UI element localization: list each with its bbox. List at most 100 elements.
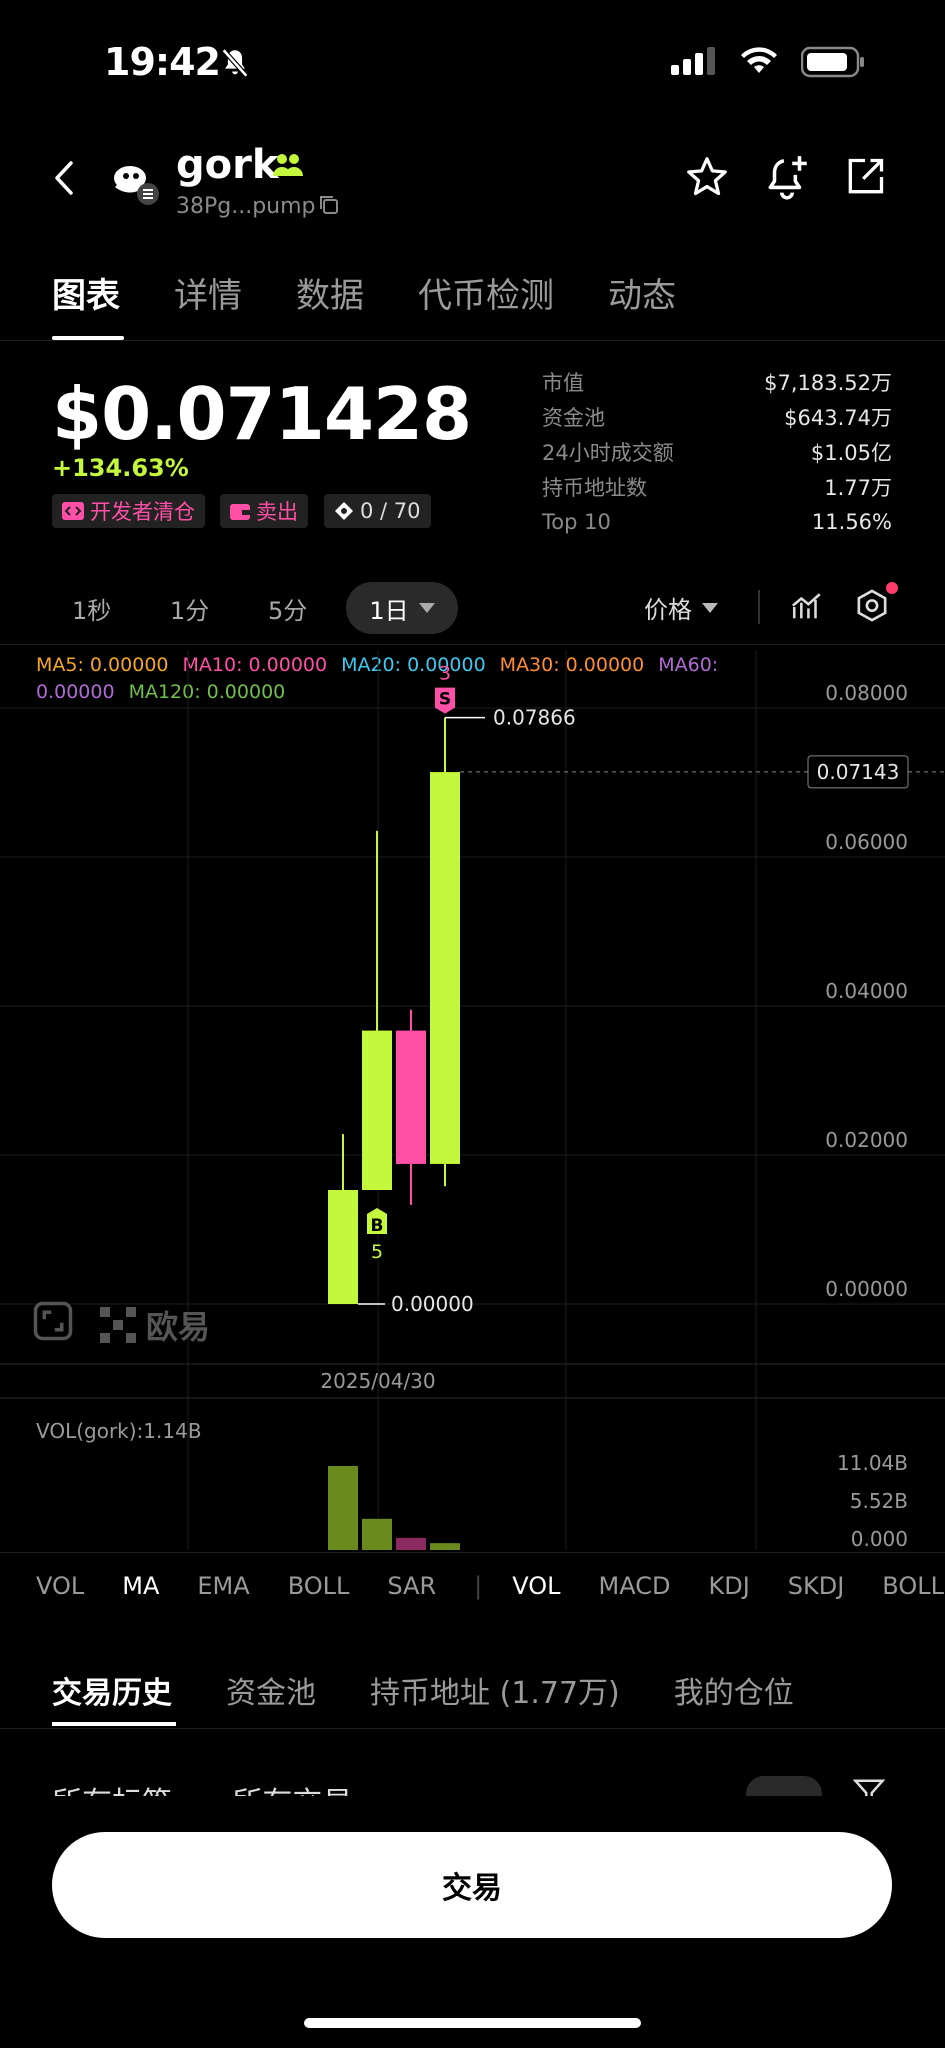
sell-tag[interactable]: 卖出 [220,494,308,528]
status-icons [671,46,865,78]
community-icon [272,152,304,182]
wallet-icon [230,504,250,520]
interval-1m[interactable]: 1分 [150,591,248,626]
y-tick-label: 0.00000 [825,1277,908,1301]
fullscreen-icon[interactable] [32,1300,74,1346]
interval-1d[interactable]: 1日 [346,582,458,634]
dev-cleared-label: 开发者清仓 [90,500,195,524]
chart-settings-button[interactable] [854,588,890,630]
tab-liquidity-pool[interactable]: 资金池 [226,1668,316,1712]
back-icon [55,161,73,195]
token-address: 38Pg...pump [176,194,316,219]
trade-button[interactable]: 交易 [52,1832,892,1938]
indicator-sar[interactable]: SAR [387,1572,436,1600]
stat-volume-24h: 24小时成交额 $1.05亿 [542,440,892,465]
indicator-vol-sub[interactable]: VOL [512,1572,560,1600]
volume-bar [430,1543,460,1550]
okx-logo-text: 欧易 [146,1308,211,1346]
stat-top10: Top 10 11.56% [542,509,892,534]
stat-liquidity: 资金池 $643.74万 [542,405,892,430]
volume-bar [328,1466,358,1550]
indicator-macd[interactable]: MACD [599,1572,671,1600]
volume-label: VOL(gork):1.14B [36,1419,202,1443]
indicator-boll[interactable]: BOLL [288,1572,350,1600]
home-indicator [304,2018,641,2028]
market-stats: 市值 $7,183.52万 资金池 $643.74万 24小时成交额 $1.05亿 持… [542,364,892,539]
tab-my-position[interactable]: 我的仓位 [674,1668,794,1712]
price-type-label: 价格 [644,596,692,624]
bottom-tabs: 交易历史 资金池 持币地址 (1.77万) 我的仓位 [52,1668,794,1712]
sell-label: 卖出 [256,500,298,524]
indicator-button[interactable] [790,590,824,628]
high-label: 0.07866 [493,706,576,730]
x-tick-label: 2025/04/30 [320,1369,435,1393]
back-button[interactable] [44,154,84,202]
interval-selector: 1秒 1分 5分 1日 [52,582,458,634]
star-icon [687,157,727,196]
indicator-kdj[interactable]: KDJ [708,1572,749,1600]
sell-marker-letter: S [439,690,451,710]
toolbar-divider [758,590,760,624]
tab-activity[interactable]: 动态 [608,268,676,317]
price-value: $0.071428 [52,372,472,456]
wifi-icon [741,47,777,73]
volume-tick-label: 0.000 [851,1527,908,1551]
alert-button[interactable] [760,150,814,204]
indicator-boll-sub[interactable]: BOLL [882,1572,944,1600]
divider [0,340,945,341]
token-avatar [106,156,162,212]
chevron-down-icon [418,603,435,613]
indicator-skdj[interactable]: SKDJ [788,1572,845,1600]
signal-icon [671,47,715,75]
token-name: gork [176,142,279,188]
score-tag[interactable]: 0 / 70 [324,494,431,528]
mute-icon [218,46,252,84]
caret-down-icon [702,602,718,613]
battery-icon [801,46,864,78]
indicator-ma[interactable]: MA [122,1572,159,1600]
sell-marker-count: 3 [439,663,451,685]
price-type-dropdown[interactable]: 价格 [644,590,718,625]
current-price-label: 0.07143 [817,760,900,784]
price-change: +134.63% [52,454,189,482]
interval-1s[interactable]: 1秒 [52,591,150,626]
candle-body [396,1030,426,1164]
tab-holders[interactable]: 持币地址 (1.77万) [370,1668,620,1712]
dev-cleared-tag[interactable]: 开发者清仓 [52,494,205,528]
tab-trade-history[interactable]: 交易历史 [52,1668,172,1712]
y-tick-label: 0.04000 [825,979,908,1003]
status-time: 19:42 [104,40,221,84]
divider [0,1552,945,1553]
price-chart[interactable]: 0.08000 0.06000 0.04000 0.02000 0.00000 2025/… [0,640,945,1560]
favorite-button[interactable] [682,152,732,202]
okx-logo-icon [100,1307,136,1343]
low-label: 0.00000 [391,1292,474,1316]
share-button[interactable] [840,152,890,202]
y-tick-label: 0.02000 [825,1128,908,1152]
target-icon [335,502,353,520]
copy-icon[interactable] [318,194,340,220]
y-tick-label: 0.06000 [825,830,908,854]
chart-grid [0,650,945,1550]
stat-holders: 持币地址数 1.77万 [542,475,892,500]
candle-body [430,772,460,1164]
tab-data[interactable]: 数据 [296,268,364,317]
volume-tick-label: 5.52B [850,1489,908,1513]
indicator-ema[interactable]: EMA [197,1572,249,1600]
y-tick-label: 0.08000 [825,681,908,705]
notification-dot [886,582,898,594]
volume-tick-label: 11.04B [837,1451,908,1475]
bell-plus-icon [768,156,807,200]
tab-details[interactable]: 详情 [174,268,242,317]
tab-token-check[interactable]: 代币检测 [418,268,554,317]
share-icon [848,158,884,194]
divider [0,1728,945,1729]
candle-body [362,1030,392,1191]
okx-logo: 欧易 [100,1302,210,1348]
interval-5m[interactable]: 5分 [248,591,346,626]
tab-chart[interactable]: 图表 [52,268,120,317]
indicator-chart-icon [792,593,821,619]
volume-bar [362,1518,392,1550]
indicator-separator: | [474,1572,483,1600]
indicator-vol[interactable]: VOL [36,1572,84,1600]
